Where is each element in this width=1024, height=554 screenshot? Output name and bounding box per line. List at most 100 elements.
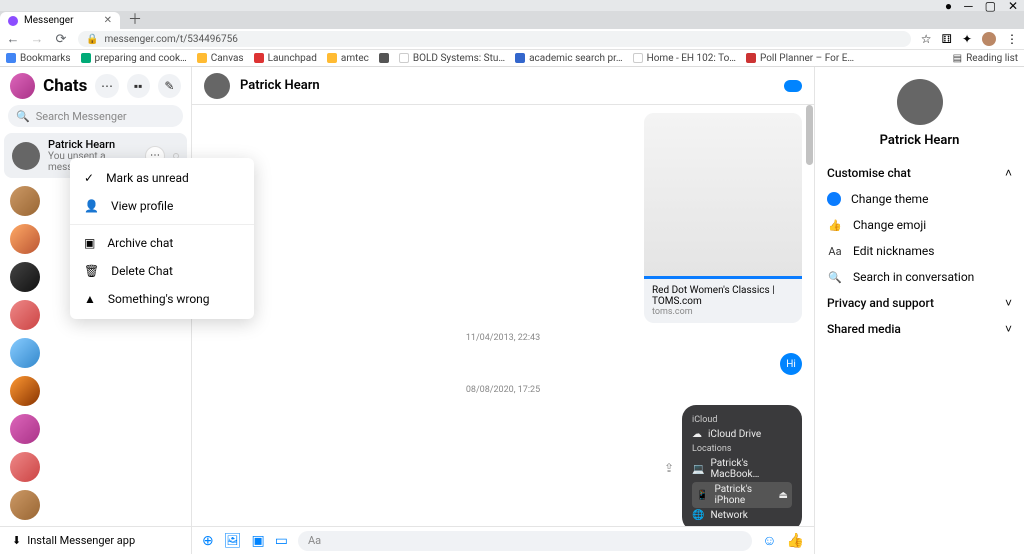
conversation-avatar[interactable] [10,300,40,330]
search-in-conversation[interactable]: 🔍Search in conversation [827,264,1012,290]
conversation-avatar[interactable] [10,224,40,254]
tab-strip: Messenger ✕ ＋ [0,11,1024,29]
section-privacy[interactable]: Privacy and support˅ [827,290,1012,316]
tab-title: Messenger [24,15,74,26]
bookmark-item[interactable]: BOLD Systems: Stu… [399,53,505,64]
link-preview-card[interactable]: Red Dot Women's Classics | TOMS.com toms… [644,113,802,323]
bookmark-item[interactable]: preparing and cook… [81,53,187,64]
section-shared-media[interactable]: Shared media˅ [827,316,1012,342]
download-icon: ⬇ [12,534,21,547]
globe-icon: 🌐 [692,510,704,521]
reading-list-button[interactable]: ▤Reading list [953,53,1018,64]
change-emoji[interactable]: 👍Change emoji [827,212,1012,238]
tab-close-icon[interactable]: ✕ [104,15,112,26]
thumbs-up-icon: 👍 [827,219,843,232]
section-label: Locations [692,442,792,456]
like-button[interactable]: 👍 [787,533,804,549]
check-icon: ✓ [84,171,94,185]
new-tab-button[interactable]: ＋ [120,9,150,29]
search-input[interactable]: 🔍 Search Messenger [8,105,183,127]
maximize-icon[interactable]: ▢ [985,0,996,13]
bookmark-item[interactable]: amtec [327,53,369,64]
link-image [644,113,802,279]
url-text: messenger.com/t/534496756 [104,34,237,45]
menu-archive[interactable]: ▣Archive chat [70,229,254,257]
menu-report[interactable]: ▲Something's wrong [70,285,254,313]
gif-button[interactable]: ▭ [275,533,288,549]
reload-icon[interactable]: ⟳ [54,32,68,47]
dice-icon[interactable]: ⚅ [942,32,952,46]
download-icon [379,53,389,63]
conversation-avatar[interactable] [10,186,40,216]
back-icon[interactable]: ← [6,31,20,47]
menu-mark-unread[interactable]: ✓Mark as unread [70,164,254,192]
conversation-avatar[interactable] [10,452,40,482]
scrollbar-thumb[interactable] [806,105,813,165]
image-button[interactable]: 🖼 [224,533,242,549]
bookmark-item[interactable] [379,53,389,63]
chevron-up-icon: ˄ [1005,166,1012,180]
forward-icon[interactable]: → [30,31,44,47]
emoji-button[interactable]: ☺ [762,532,776,549]
close-icon[interactable]: ✕ [1008,0,1018,13]
chat-contact-name: Patrick Hearn [240,78,774,93]
bookmark-item[interactable]: Launchpad [254,53,317,64]
edit-nicknames[interactable]: AaEdit nicknames [827,238,1012,264]
sticker-button[interactable]: ▣ [252,533,265,549]
star-icon [6,53,16,63]
bookmark-item[interactable]: academic search pr… [515,53,623,64]
sent-message[interactable]: Hi [780,353,802,375]
record-icon[interactable]: ● [945,0,952,13]
compose-button[interactable]: ✎ [158,74,181,98]
lock-icon: 🔒 [86,34,98,45]
profile-avatar-icon[interactable] [982,32,996,46]
page-icon [515,53,525,63]
bookmark-item[interactable]: Poll Planner – For E… [746,53,854,64]
install-app-button[interactable]: ⬇ Install Messenger app [0,526,191,554]
conversation-avatar[interactable] [10,338,40,368]
my-avatar[interactable] [10,73,35,99]
conversation-avatar[interactable] [10,414,40,444]
details-panel: Patrick Hearn Customise chat˄ Change the… [814,67,1024,554]
add-button[interactable]: ⊕ [202,533,214,549]
section-customise-chat[interactable]: Customise chat˄ [827,160,1012,186]
bookmarks-bar: Bookmarks preparing and cook… Canvas Lau… [0,50,1024,67]
separator [70,224,254,225]
star-icon[interactable]: ☆ [921,32,932,46]
chat-avatar[interactable] [204,73,230,99]
extension-icon[interactable]: ✦ [962,32,972,46]
conversation-avatar[interactable] [10,376,40,406]
shared-attachment[interactable]: iCloud ☁iCloud Drive Locations 💻Patrick'… [682,405,802,526]
minimize-icon[interactable]: ─ [964,0,973,13]
folder-icon [197,53,207,63]
laptop-icon: 💻 [692,464,704,475]
video-call-button[interactable]: ▪▪ [127,74,150,98]
bookmark-item[interactable]: Bookmarks [6,53,71,64]
composer: ⊕ 🖼 ▣ ▭ Aa ☺ 👍 [192,526,814,554]
share-icon[interactable]: ⇪ [664,461,674,475]
menu-view-profile[interactable]: 👤View profile [70,192,254,220]
page-icon [399,53,409,63]
eject-icon: ⏏ [779,490,788,501]
profile-avatar[interactable] [897,79,943,125]
menu-icon[interactable]: ⋮ [1006,32,1018,46]
page-icon [633,53,643,63]
message-input[interactable]: Aa [298,531,752,551]
conversation-avatar[interactable] [10,490,40,520]
profile-name: Patrick Hearn [880,133,960,148]
cloud-icon: ☁ [692,429,702,440]
address-bar[interactable]: 🔒 messenger.com/t/534496756 [78,31,911,47]
menu-delete[interactable]: 🗑Delete Chat [70,257,254,285]
scrollbar-track[interactable] [806,105,813,526]
person-icon: 👤 [84,199,99,213]
change-theme[interactable]: Change theme [827,186,1012,212]
browser-tab[interactable]: Messenger ✕ [0,12,120,29]
conversation-avatar[interactable] [10,262,40,292]
options-button[interactable]: ⋯ [95,74,118,98]
bookmark-item[interactable]: Home - EH 102: To… [633,53,736,64]
typing-indicator-icon [784,80,802,92]
bookmark-item[interactable]: Canvas [197,53,244,64]
chats-title: Chats [43,76,87,96]
timestamp: 08/08/2020, 17:25 [204,379,802,401]
search-icon: 🔍 [16,110,30,123]
